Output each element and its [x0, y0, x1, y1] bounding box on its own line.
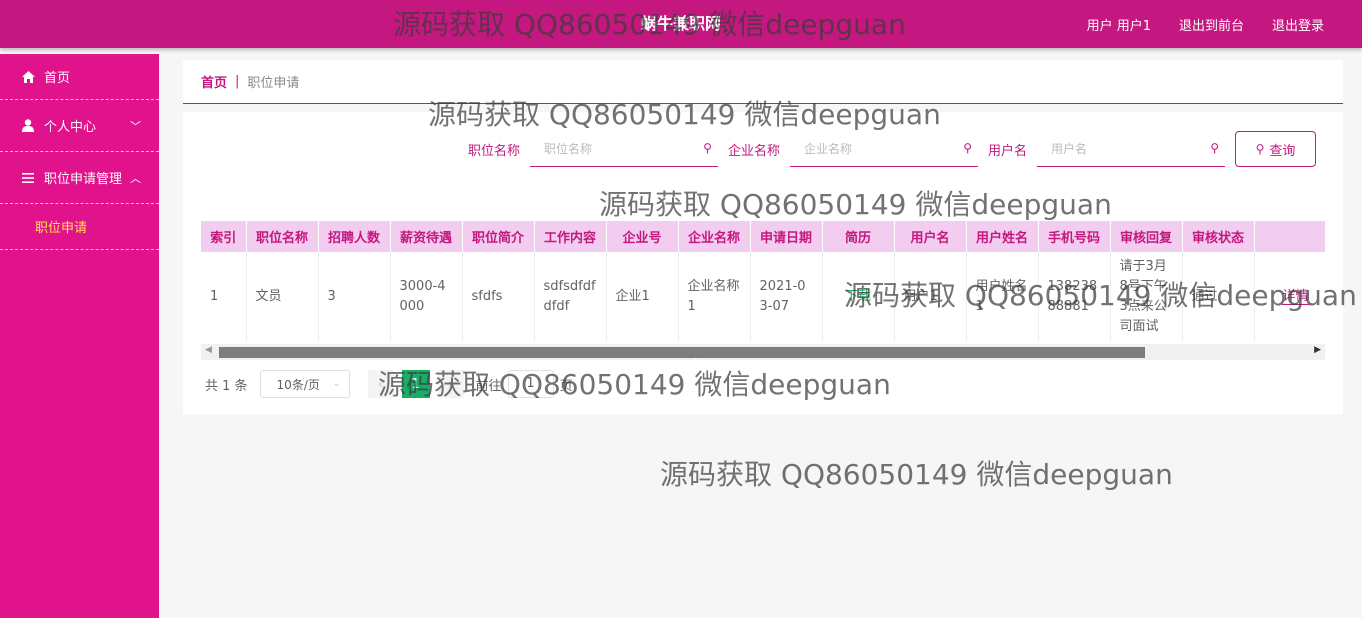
cell-headcount: 3 [318, 252, 391, 342]
scroll-left-arrow-icon[interactable]: ◀ [205, 345, 212, 355]
detail-button[interactable]: 详情 [1282, 288, 1309, 305]
cell-index: 1 [201, 252, 247, 342]
horizontal-scrollbar[interactable]: ◀ ▶ [201, 344, 1325, 360]
cell-resume: 下载 [822, 252, 895, 342]
sidebar-item-label: 首页 [44, 71, 71, 86]
column-header: 用户姓名 [966, 221, 1039, 252]
cell-company-no: 企业1 [606, 252, 679, 342]
username-field: ⚲ [1037, 131, 1225, 167]
next-page-button[interactable]: › [437, 370, 464, 398]
column-header: 职位名称 [246, 221, 319, 252]
sidebar-item-label: 职位申请管理 [44, 172, 123, 187]
scroll-right-arrow-icon[interactable]: ▶ [1314, 345, 1321, 355]
chevron-down-icon: ﹀ [130, 119, 141, 133]
page-unit-label: 页 [559, 378, 573, 394]
search-icon: ⚲ [703, 141, 712, 155]
page-number-active[interactable]: 1 [401, 370, 430, 398]
cell-real-name: 用户姓名1 [966, 252, 1039, 342]
header-links: 用户 用户1 退出到前台 退出登录 [1087, 0, 1324, 48]
page-size-select[interactable]: 10条/页 ⌄ [259, 370, 350, 398]
pagination: 共 1 条 10条/页 ⌄ ‹ 1 › 前往 1 页 [205, 370, 573, 398]
breadcrumb-separator: | [235, 74, 240, 89]
back-to-front-link[interactable]: 退出到前台 [1179, 15, 1244, 34]
cell-salary: 3000-4000 [390, 252, 463, 342]
cell-company-name: 企业名称1 [678, 252, 751, 342]
home-icon [20, 70, 36, 83]
search-icon: ⚲ [1210, 141, 1219, 155]
company-name-input[interactable] [789, 131, 978, 166]
column-header: 审核回复 [1110, 221, 1183, 252]
breadcrumb-current: 职位申请 [247, 76, 300, 91]
breadcrumb: 首页 | 职位申请 [183, 60, 1343, 104]
column-header: 职位简介 [462, 221, 535, 252]
search-form: 职位名称 ⚲ 企业名称 ⚲ 用户名 ⚲ ⚲ 查询 [468, 131, 1316, 167]
page-size-value: 10条/页 [276, 377, 320, 392]
sidebar: 首页 个人中心 ﹀ 职位申请管理 ︿ 职位申请 [0, 54, 159, 618]
prev-page-button[interactable]: ‹ [367, 370, 394, 398]
job-name-label: 职位名称 [467, 143, 520, 159]
user-icon [20, 119, 36, 132]
scrollbar-thumb[interactable] [219, 347, 1145, 358]
column-header [1254, 221, 1325, 252]
company-name-label: 企业名称 [727, 143, 780, 159]
cell-username: 用户1 [894, 252, 967, 342]
logout-link[interactable]: 退出登录 [1272, 15, 1324, 34]
cell-job-name: 文员 [246, 252, 319, 342]
cell-review-reply: 请于3月8号下午3点来公司面试 [1110, 252, 1183, 342]
column-header: 索引 [201, 221, 247, 252]
query-button[interactable]: ⚲ 查询 [1235, 131, 1316, 167]
job-name-input[interactable] [529, 131, 718, 166]
cell-action: 详情 [1254, 252, 1325, 342]
sidebar-subitem-label: 职位申请 [35, 221, 88, 236]
data-table: 索引 职位名称 招聘人数 薪资待遇 职位简介 工作内容 企业号 企业名称 申请日… [201, 221, 1325, 342]
breadcrumb-home[interactable]: 首页 [201, 72, 227, 91]
search-icon: ⚲ [1255, 142, 1265, 156]
column-header: 申请日期 [750, 221, 823, 252]
content-panel: 职位名称 ⚲ 企业名称 ⚲ 用户名 ⚲ ⚲ 查询 [183, 112, 1343, 414]
job-name-field: ⚲ [529, 131, 718, 167]
username-input[interactable] [1037, 131, 1225, 166]
top-header: 蜗牛兼职网 用户 用户1 退出到前台 退出登录 [0, 0, 1362, 48]
column-header: 薪资待遇 [390, 221, 463, 252]
table-row: 1 文员 3 3000-4000 sfdfs sdfsdfdfdfdf 企业1 … [201, 252, 1325, 342]
column-header: 手机号码 [1038, 221, 1111, 252]
cell-work-content: sdfsdfdfdfdf [534, 252, 607, 342]
resume-download-link[interactable]: 下载 [845, 289, 871, 304]
chevron-down-icon: ⌄ [333, 379, 341, 389]
sidebar-item-label: 个人中心 [44, 120, 97, 135]
table-header-row: 索引 职位名称 招聘人数 薪资待遇 职位简介 工作内容 企业号 企业名称 申请日… [201, 221, 1325, 252]
list-icon [20, 172, 36, 183]
company-name-field: ⚲ [789, 131, 978, 167]
watermark: 源码获取 QQ86050149 微信deepguan [660, 458, 1173, 491]
search-icon: ⚲ [963, 141, 972, 155]
current-user-label: 用户 用户1 [1086, 18, 1151, 34]
sidebar-item-application-management[interactable]: 职位申请管理 ︿ [0, 152, 159, 204]
main-area: 首页 | 职位申请 职位名称 ⚲ 企业名称 ⚲ 用户名 ⚲ ⚲ 查询 [183, 60, 1343, 414]
column-header: 审核状态 [1182, 221, 1255, 252]
sidebar-subitem-job-application[interactable]: 职位申请 [0, 204, 159, 250]
goto-page-input[interactable]: 1 [507, 370, 554, 398]
column-header: 工作内容 [534, 221, 607, 252]
goto-label: 前往 [475, 378, 502, 394]
column-header: 用户名 [894, 221, 967, 252]
cell-apply-date: 2021-03-07 [750, 252, 823, 342]
sidebar-item-personal-center[interactable]: 个人中心 ﹀ [0, 100, 159, 152]
cell-review-status: 通过 [1182, 252, 1255, 342]
chevron-up-icon: ︿ [130, 171, 141, 185]
pagination-total: 共 1 条 [205, 378, 248, 394]
column-header: 招聘人数 [318, 221, 391, 252]
cell-intro: sfdfs [462, 252, 535, 342]
column-header: 简历 [822, 221, 895, 252]
sidebar-item-home[interactable]: 首页 [0, 54, 159, 100]
username-label: 用户名 [987, 143, 1027, 159]
column-header: 企业号 [606, 221, 679, 252]
query-button-label: 查询 [1269, 143, 1296, 159]
column-header: 企业名称 [678, 221, 751, 252]
cell-phone: 13823888881 [1038, 252, 1111, 342]
